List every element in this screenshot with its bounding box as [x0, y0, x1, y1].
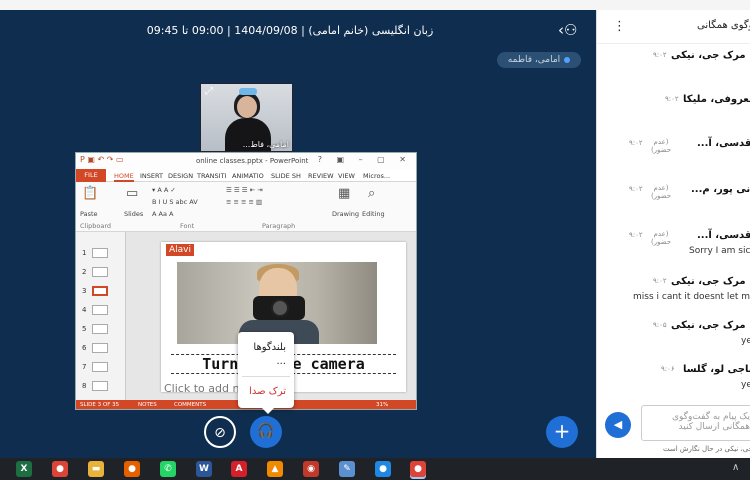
slides-button[interactable]: Slides [124, 210, 143, 218]
group-clipboard: Clipboard [80, 222, 112, 230]
chat-message: ۹:۰۲ (عدم حضور) قدسی، آ... Sorry I am si… [629, 230, 750, 256]
vlc-icon[interactable]: ▲ [267, 461, 283, 477]
notes-button[interactable]: NOTES [138, 402, 157, 408]
tab-review[interactable]: REVIEW [308, 172, 334, 180]
more-options-icon[interactable]: ⋮ [613, 19, 626, 34]
leave-audio-option[interactable]: ترک صدا [249, 386, 286, 397]
user-icon: ‹⚇ [558, 21, 578, 39]
powerpoint-titlebar: P ▣ ↶ ↷ ▭ online classes.pptx - PowerPoi… [76, 153, 416, 169]
group-font: Font [180, 222, 195, 230]
slide-thumb-4[interactable]: 4 [82, 305, 122, 317]
file-explorer-icon[interactable]: ▬ [88, 461, 104, 477]
paste-button[interactable]: Paste [80, 210, 98, 218]
expand-icon[interactable]: ⤢ [205, 86, 213, 97]
tab-account[interactable]: Micros... [363, 172, 390, 180]
tab-home[interactable]: HOME [114, 172, 134, 182]
chat-header: ⋮ گفت‌وگوی همگانی [597, 10, 750, 44]
tab-insert[interactable]: INSERT [140, 172, 163, 180]
speaking-indicator-icon [564, 56, 571, 63]
chat-input[interactable]: یک پیام به گفت‌وگوی همگانی ارسال کنید [641, 405, 750, 441]
zoom-level: 31% [376, 402, 389, 408]
chat-title: گفت‌وگوی همگانی [697, 20, 750, 31]
typing-indicator: مرک جی، نیکی در حال نگارش است [663, 445, 750, 453]
slide-thumb-3[interactable]: 3 [82, 286, 122, 298]
powerpoint-window-title: online classes.pptx - PowerPoint [196, 157, 309, 165]
chat-message: ۹:۰۲ مرک جی، نیکی miss i cant it doesnt … [633, 276, 750, 302]
slide-thumb-7[interactable]: 7 [82, 362, 122, 374]
slide-thumbnails: 1 2 3 4 5 6 7 8 [76, 232, 126, 400]
webcam-video[interactable]: ⤢ امامی، فاط... [200, 83, 293, 152]
find-icon[interactable]: ⌕ [368, 186, 375, 201]
drawing-button[interactable]: Drawing [332, 210, 359, 218]
slide-tag: Alavi [166, 244, 194, 256]
font-style-controls[interactable]: B I U S abc AV [152, 198, 198, 206]
font-color-controls[interactable]: A Aa A [152, 210, 173, 218]
media-player-icon[interactable]: ◉ [303, 461, 319, 477]
chat-panel: ⋮ گفت‌وگوی همگانی ۹:۰۲ مرک جی، نیکی ۹:۰۲… [596, 10, 750, 458]
slide-thumb-2[interactable]: 2 [82, 267, 122, 279]
paint-icon[interactable]: ✎ [339, 461, 355, 477]
quick-access-icons[interactable]: P ▣ ↶ ↷ ▭ [80, 155, 124, 164]
new-slide-icon[interactable]: ▭ [126, 186, 138, 201]
chat-message: ۹:۰۲ (عدم حضور) قدسی، آ... [629, 138, 750, 154]
taskbar: X ● ▬ ● ✆ W A ▲ ◉ ✎ ● ● ∧ [0, 458, 750, 480]
tab-slideshow[interactable]: SLIDE SH [271, 172, 301, 180]
word-icon[interactable]: W [196, 461, 212, 477]
slide-thumb-1[interactable]: 1 [82, 248, 122, 260]
webcam-label: امامی، فاط... [242, 140, 289, 149]
slide-thumb-8[interactable]: 8 [82, 381, 122, 393]
comments-button[interactable]: COMMENTS [174, 402, 206, 408]
show-hidden-icons[interactable]: ∧ [732, 462, 739, 473]
audio-menu: بلندگوها ... ترک صدا [238, 332, 294, 414]
excel-icon[interactable]: X [16, 461, 32, 477]
chat-message: ۹:۰۲ معروفی، ملیکا [665, 94, 750, 105]
window-controls[interactable]: ? ▣ – ▢ ✕ [318, 155, 412, 164]
send-button[interactable]: ◀ [605, 412, 631, 438]
chat-message: ۹:۰۵ مرک جی، نیکی yes [653, 320, 750, 346]
slide-thumb-5[interactable]: 5 [82, 324, 122, 336]
slide-counter: SLIDE 3 OF 35 [80, 402, 120, 408]
align-controls[interactable]: ≡ ≡ ≡ ≡ ▥ [226, 198, 262, 206]
font-controls[interactable]: ▾ A A ✓ [152, 186, 176, 194]
whatsapp-icon[interactable]: ✆ [160, 461, 176, 477]
chat-message: ۹:۰۲ مرک جی، نیکی [653, 50, 746, 61]
actions-button[interactable]: + [546, 416, 578, 448]
chat-message: ۹:۰۶ ناجی لو، گلسا yes [661, 364, 750, 390]
group-paragraph: Paragraph [262, 222, 296, 230]
camera-off-icon: ⊘ [214, 425, 226, 441]
ribbon: 📋 Paste ▭ Slides ▾ A A ✓ B I U S abc AV … [76, 182, 416, 232]
send-icon: ◀ [613, 418, 623, 431]
more-option[interactable]: ... [276, 356, 286, 367]
camera-toggle-button[interactable]: ⊘ [204, 416, 236, 448]
tab-design[interactable]: DESIGN [168, 172, 193, 180]
firefox-icon[interactable]: ● [124, 461, 140, 477]
tab-view[interactable]: VIEW [338, 172, 355, 180]
ribbon-tabs: FILE HOME INSERT DESIGN TRANSITI ANIMATI… [76, 169, 416, 182]
top-strip [0, 0, 750, 10]
headphones-icon: 🎧 [257, 423, 275, 439]
editing-button[interactable]: Editing [362, 210, 385, 218]
presenter-name: امامی، فاطمه [507, 55, 561, 65]
acrobat-icon[interactable]: A [231, 461, 247, 477]
chrome-icon[interactable]: ● [52, 461, 68, 477]
browser-icon[interactable]: ● [375, 461, 391, 477]
paste-icon[interactable]: 📋 [82, 186, 98, 201]
audio-button[interactable]: 🎧 [250, 416, 282, 448]
slide-thumb-6[interactable]: 6 [82, 343, 122, 355]
meeting-title: زبان انگلیسی (خانم امامی) | 1404/09/08 |… [146, 24, 434, 37]
speakers-option[interactable]: بلندگوها [253, 342, 286, 353]
participants-button[interactable]: ‹⚇ [558, 21, 584, 43]
tab-transitions[interactable]: TRANSITI [197, 172, 226, 180]
tab-file[interactable]: FILE [76, 169, 106, 182]
paragraph-controls[interactable]: ☰ ☰ ☰ ⇤ ⇥ [226, 186, 263, 194]
menu-divider [242, 376, 290, 377]
tab-animations[interactable]: ANIMATIO [232, 172, 264, 180]
presenter-chip[interactable]: امامی، فاطمه [497, 52, 581, 68]
plus-icon: + [553, 419, 571, 443]
chrome-active-icon[interactable]: ● [410, 461, 426, 477]
drawing-icon[interactable]: ▦ [338, 186, 350, 201]
chat-message: ۹:۰۲ (عدم حضور) جانی پور، م... [629, 184, 750, 200]
